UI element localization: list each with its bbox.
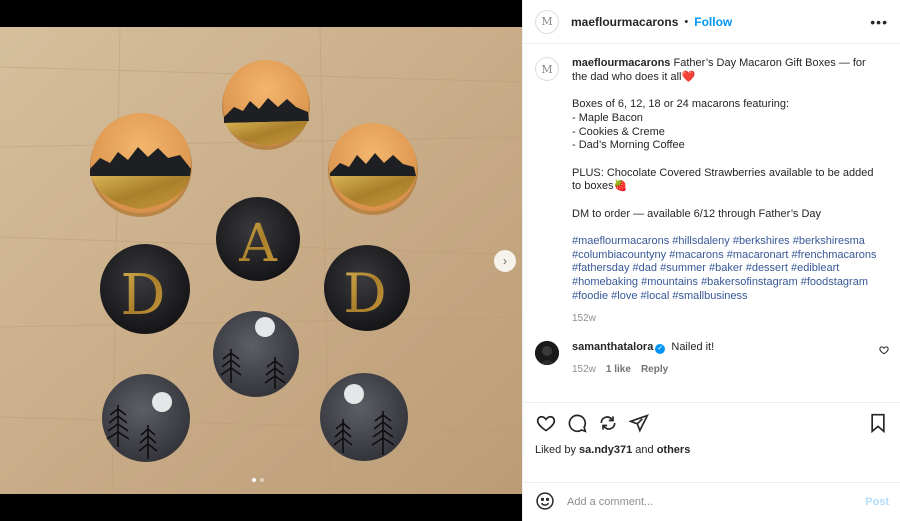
comment-likes[interactable]: 1 like <box>606 364 631 375</box>
share-icon[interactable] <box>597 412 619 434</box>
letter-a: A <box>238 214 278 274</box>
media-panel: A D D › <box>0 0 522 521</box>
caption: M maeflourmacarons Father’s Day Macaron … <box>535 57 889 325</box>
caption-line: DM to order — available 6/12 through Fat… <box>572 207 822 220</box>
avatar[interactable] <box>535 341 559 366</box>
hashtag-link[interactable]: #hillsdaleny <box>672 235 729 247</box>
macaron-moon-center <box>213 311 299 397</box>
hashtag-link[interactable]: #maeflourmacarons <box>572 235 669 247</box>
comment: samanthatalora ✓ Nailed it! 152w 1 like R… <box>535 341 889 375</box>
hashtag-link[interactable]: #smallbusiness <box>672 290 747 302</box>
verified-icon: ✓ <box>655 344 666 355</box>
comment-text: Nailed it! <box>671 341 715 354</box>
post-photo[interactable]: A D D <box>0 27 522 494</box>
likes-prefix: Liked by <box>535 444 580 456</box>
reply-button[interactable]: Reply <box>641 364 668 375</box>
avatar[interactable]: M <box>535 57 559 81</box>
carousel-dot <box>260 478 264 482</box>
hashtag-link[interactable]: #berkshires <box>733 235 790 247</box>
macaron-right-orange <box>328 123 418 215</box>
add-comment-bar: Post <box>523 482 900 521</box>
caption-line: PLUS: Chocolate Covered Strawberries ava… <box>572 166 874 193</box>
hashtag-link[interactable]: #macaronart <box>727 249 789 261</box>
likes-user[interactable]: sa.ndy371 <box>579 444 632 456</box>
avatar[interactable]: M <box>535 9 559 34</box>
letter-d-right: D <box>343 262 386 325</box>
macaron-left-orange <box>90 113 192 217</box>
macaron-letter-d-right: D <box>324 245 410 331</box>
action-bar <box>523 402 900 442</box>
comment-username[interactable]: samanthatalora <box>572 341 653 353</box>
hashtag-link[interactable]: #berkshiresma <box>793 235 865 247</box>
avatar-logo: M <box>541 15 553 28</box>
emoji-icon[interactable] <box>535 491 555 514</box>
hashtag-link[interactable]: #love <box>611 290 637 302</box>
macaron-letter-a: A <box>216 197 300 281</box>
hashtag-link[interactable]: #summer <box>660 262 706 274</box>
comment-icon[interactable] <box>566 412 588 434</box>
macaron-top <box>222 60 310 150</box>
comment-time: 152w <box>572 364 596 376</box>
chevron-right-icon[interactable]: › <box>494 250 516 272</box>
hashtag-link[interactable]: #edibleart <box>791 262 839 274</box>
hashtag-link[interactable]: #mountains <box>641 276 698 288</box>
post-button[interactable]: Post <box>865 496 889 508</box>
hashtags: #maeflourmacarons #hillsdaleny #berkshir… <box>572 235 877 304</box>
comment-input[interactable] <box>567 496 866 508</box>
carousel-dots <box>252 478 264 482</box>
caption-time: 152w <box>572 312 596 324</box>
caption-line: Boxes of 6, 12, 18 or 24 macarons featur… <box>572 98 790 152</box>
likes-middle: and <box>632 444 657 456</box>
macaron-letter-d-left: D <box>100 244 190 334</box>
more-icon[interactable]: ••• <box>870 14 888 30</box>
heart-icon[interactable] <box>535 412 557 434</box>
hashtag-link[interactable]: #dad <box>633 262 657 274</box>
macaron-moon-right <box>320 373 408 461</box>
hashtag-link[interactable]: #foodie <box>572 290 608 302</box>
macaron-moon-left <box>102 374 190 462</box>
hashtag-link[interactable]: #dessert <box>746 262 788 274</box>
carousel-dot-active <box>252 478 256 482</box>
hashtag-link[interactable]: #macarons <box>669 249 723 261</box>
hashtag-link[interactable]: #local <box>641 290 670 302</box>
likes-summary: Liked by sa.ndy371 and others <box>535 444 690 456</box>
hashtag-link[interactable]: #columbiacountyny <box>572 249 666 261</box>
avatar-logo: M <box>541 62 553 76</box>
instagram-post-modal: A D D › M maeflourmacarons • Follow ••• … <box>0 0 900 521</box>
send-icon[interactable] <box>628 412 650 434</box>
post-header: M maeflourmacarons • Follow ••• <box>523 0 900 44</box>
caption-username[interactable]: maeflourmacarons <box>572 57 670 69</box>
separator-dot: • <box>684 15 689 28</box>
comment-meta: 152w 1 like Reply <box>572 364 872 375</box>
hashtag-link[interactable]: #baker <box>709 262 743 274</box>
comments-section[interactable]: M maeflourmacarons Father’s Day Macaron … <box>523 45 900 402</box>
details-panel: M maeflourmacarons • Follow ••• M maeflo… <box>522 0 900 521</box>
letter-d-left: D <box>121 263 166 328</box>
comment-body: samanthatalora ✓ Nailed it! 152w 1 like R… <box>572 341 872 375</box>
bookmark-icon[interactable] <box>867 412 889 434</box>
hashtag-link[interactable]: #fathersday <box>572 262 629 274</box>
hashtag-link[interactable]: #homebaking <box>572 276 638 288</box>
heart-icon[interactable] <box>879 345 889 358</box>
hashtag-link[interactable]: #bakersofinstagram <box>701 276 798 288</box>
username-link[interactable]: maeflourmacarons <box>571 15 678 29</box>
likes-others[interactable]: others <box>657 444 691 456</box>
caption-body: maeflourmacarons Father’s Day Macaron Gi… <box>572 57 877 325</box>
hashtag-link[interactable]: #frenchmacarons <box>792 249 877 261</box>
hashtag-link[interactable]: #foodstagram <box>801 276 868 288</box>
follow-button[interactable]: Follow <box>694 15 732 29</box>
